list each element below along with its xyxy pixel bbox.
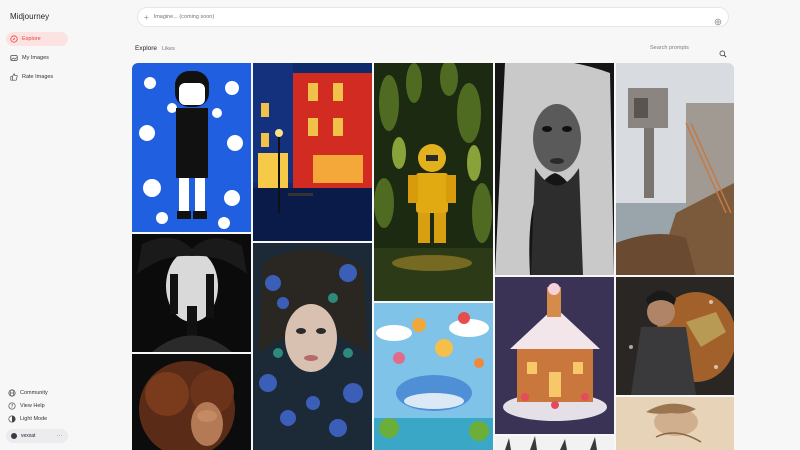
gallery-image-night-street[interactable]	[253, 63, 372, 241]
sidebar-item-rate-images[interactable]: Rate Images	[6, 70, 68, 84]
search-icon[interactable]	[719, 45, 727, 58]
plus-icon[interactable]: +	[144, 13, 149, 22]
gallery-image-sepia-sketch[interactable]	[616, 397, 734, 450]
gallery-image-dark-dripping-face[interactable]	[132, 234, 251, 352]
images-icon	[10, 54, 18, 62]
sidebar-item-label: Explore	[22, 36, 41, 42]
globe-icon	[8, 389, 16, 397]
imagine-input[interactable]	[153, 14, 714, 20]
user-menu[interactable]: vexxat ···	[6, 429, 68, 443]
gallery-image-gingerbread-house[interactable]	[495, 277, 614, 434]
sidebar-item-label: Light Mode	[20, 416, 48, 422]
sidebar-item-label: My Images	[22, 55, 49, 61]
sidebar-item-label: Community	[20, 390, 48, 396]
sidebar-item-explore[interactable]: Explore	[6, 32, 68, 46]
gallery-image-blue-cat-girl[interactable]	[132, 63, 251, 232]
imagine-bar: +	[138, 8, 728, 26]
sidebar-item-label: View Help	[20, 403, 45, 409]
gallery-image-whale-balloons[interactable]	[374, 303, 493, 450]
gallery-image-armored-hero[interactable]	[616, 277, 734, 395]
username: vexxat	[21, 433, 36, 439]
sidebar-item-community[interactable]: Community	[8, 389, 48, 397]
gallery-image-floral-girl[interactable]	[253, 243, 372, 450]
sun-icon	[8, 415, 16, 423]
sidebar-item-my-images[interactable]: My Images	[6, 51, 68, 65]
brand-logo[interactable]: Midjourney	[10, 12, 49, 21]
avatar	[11, 433, 17, 439]
gallery-image-bw-woman[interactable]	[495, 63, 614, 275]
tab-explore[interactable]: Explore	[135, 45, 157, 52]
tab-likes[interactable]: Likes	[162, 46, 175, 52]
help-icon: ?	[8, 402, 16, 410]
sidebar-item-label: Rate Images	[22, 74, 54, 80]
gallery-image-concrete-house[interactable]	[616, 63, 734, 275]
sidebar-item-view-help[interactable]: ? View Help	[8, 402, 45, 410]
sidebar-item-light-mode[interactable]: Light Mode	[8, 415, 47, 423]
settings-icon[interactable]	[714, 13, 722, 26]
gallery-image-curly-hair-woman[interactable]	[132, 354, 251, 450]
search-prompts-input[interactable]: Search prompts	[650, 45, 689, 51]
thumbs-up-icon	[10, 73, 18, 81]
gallery-image-lego-figure[interactable]	[374, 63, 493, 301]
compass-icon	[10, 35, 18, 43]
gallery-image-white-spikes[interactable]	[495, 436, 614, 450]
image-gallery	[132, 63, 734, 450]
sidebar: Midjourney Explore My Images Rate Images…	[0, 0, 78, 450]
more-options-icon[interactable]: ···	[57, 433, 64, 439]
